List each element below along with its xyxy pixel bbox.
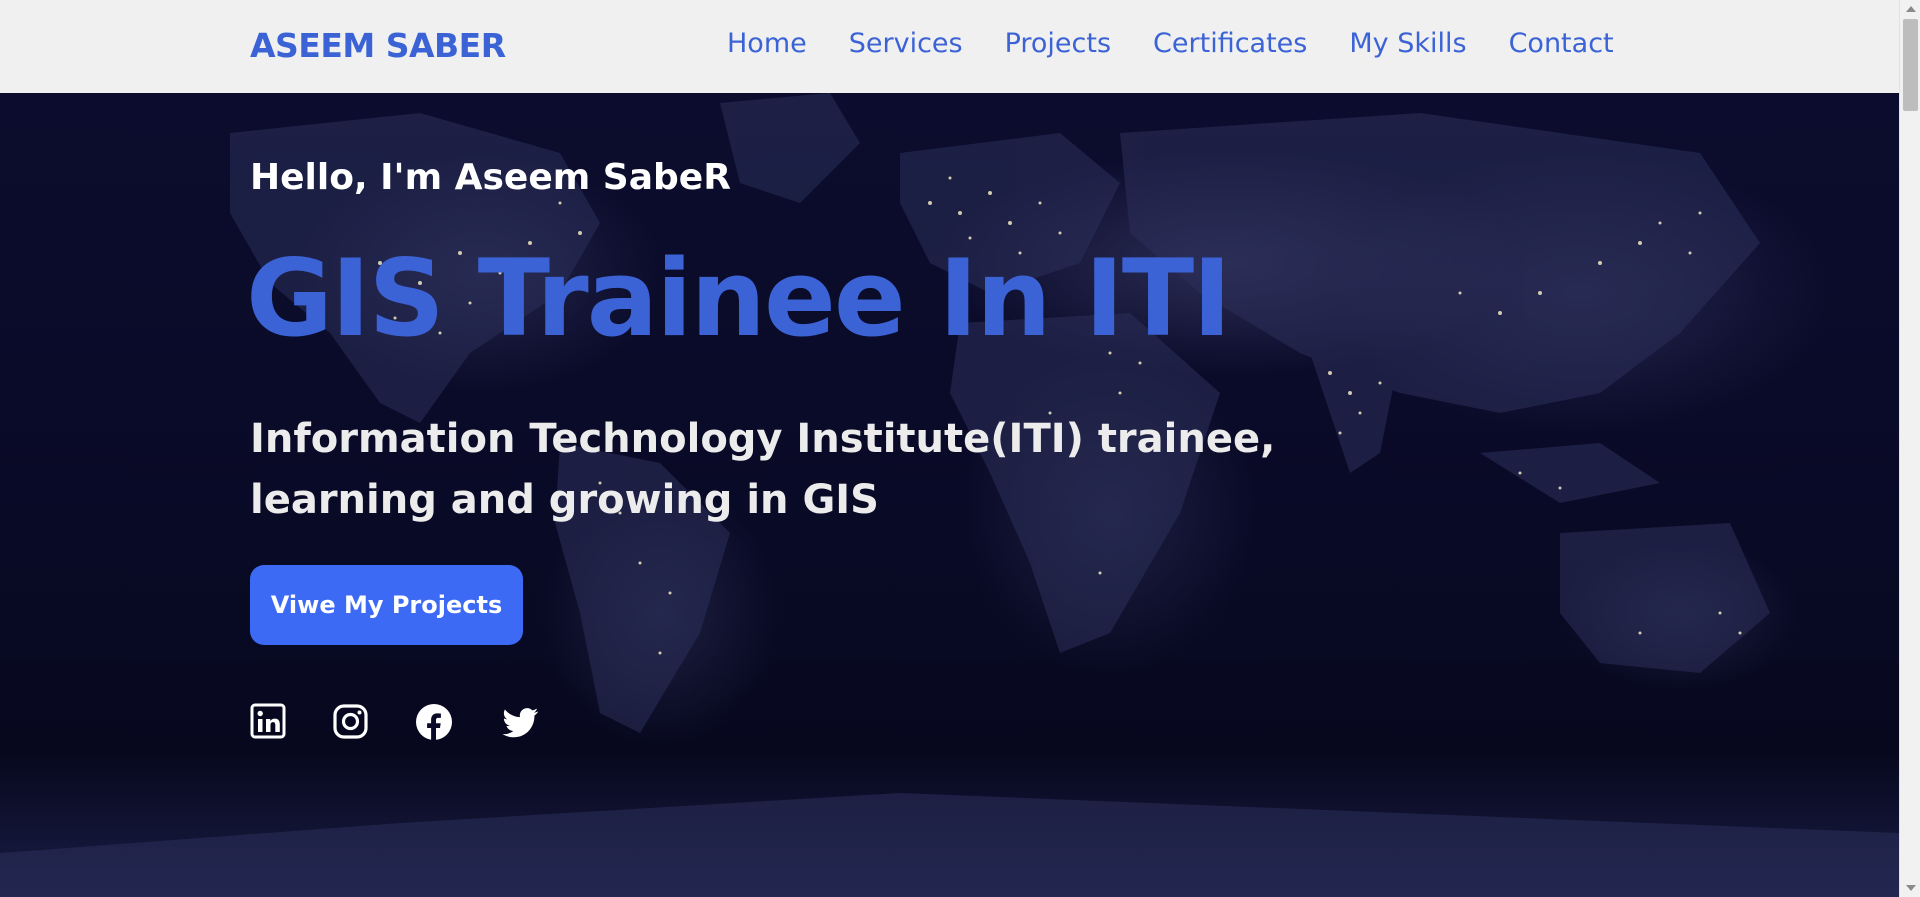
nav-link-certificates[interactable]: Certificates [1153, 28, 1307, 59]
linkedin-icon[interactable] [250, 703, 290, 743]
hero-headline: GIS Trainee In ITI [246, 237, 1232, 360]
nav-link-my-skills[interactable]: My Skills [1349, 28, 1466, 59]
facebook-icon[interactable] [414, 703, 454, 743]
hero-greeting: Hello, I'm Aseem SabeR [250, 157, 731, 198]
nav-link-projects[interactable]: Projects [1005, 28, 1111, 59]
scroll-thumb[interactable] [1903, 19, 1918, 111]
view-projects-button[interactable]: Viwe My Projects [250, 565, 523, 645]
twitter-icon[interactable] [500, 703, 540, 743]
nav-link-home[interactable]: Home [727, 28, 807, 59]
hero-subtitle: Information Technology Institute(ITI) tr… [250, 416, 1276, 523]
brand-logo[interactable]: ASEEM SABER [250, 26, 506, 65]
scrollbar[interactable] [1899, 0, 1920, 897]
navbar: ASEEM SABER Home Services Projects Certi… [0, 0, 1899, 93]
instagram-icon[interactable] [332, 703, 372, 743]
nav-link-contact[interactable]: Contact [1509, 28, 1614, 59]
scroll-up-arrow-icon[interactable] [1906, 6, 1916, 12]
nav-links: Home Services Projects Certificates My S… [727, 28, 1614, 59]
page: ASEEM SABER Home Services Projects Certi… [0, 0, 1920, 897]
hero-section: Hello, I'm Aseem SabeR GIS Trainee In IT… [0, 93, 1899, 897]
scroll-down-arrow-icon[interactable] [1906, 885, 1916, 891]
nav-link-services[interactable]: Services [849, 28, 963, 59]
